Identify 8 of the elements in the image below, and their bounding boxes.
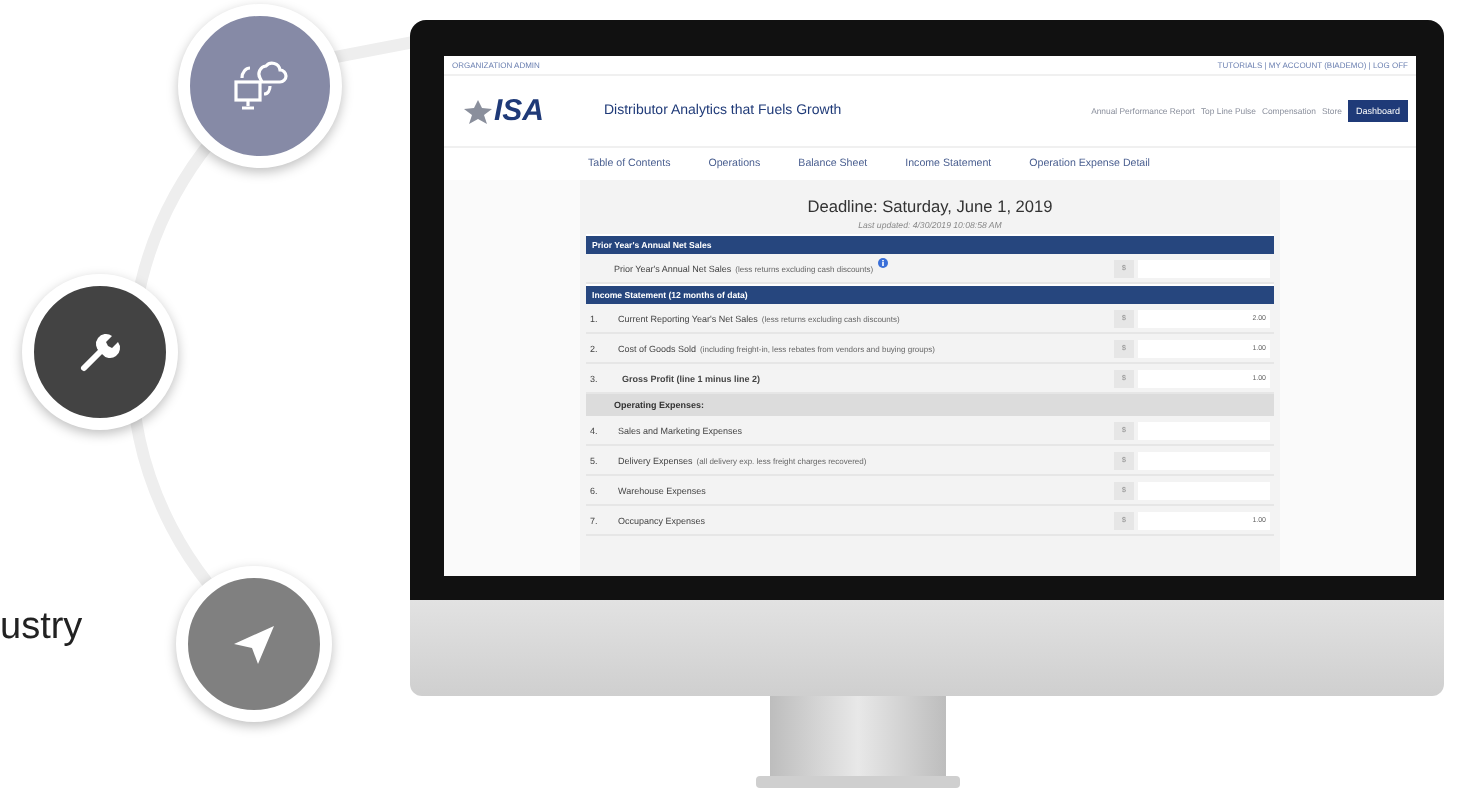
deadline-title: Deadline: Saturday, June 1, 2019 — [805, 196, 1055, 216]
wrench-icon — [76, 328, 124, 376]
cloud-computer-icon — [230, 56, 290, 116]
star-logo-icon — [464, 99, 492, 123]
paper-plane-icon — [230, 620, 278, 668]
side-text: ustry — [0, 606, 83, 650]
info-icon[interactable] — [877, 258, 888, 268]
logo-text: ISA — [494, 94, 545, 128]
